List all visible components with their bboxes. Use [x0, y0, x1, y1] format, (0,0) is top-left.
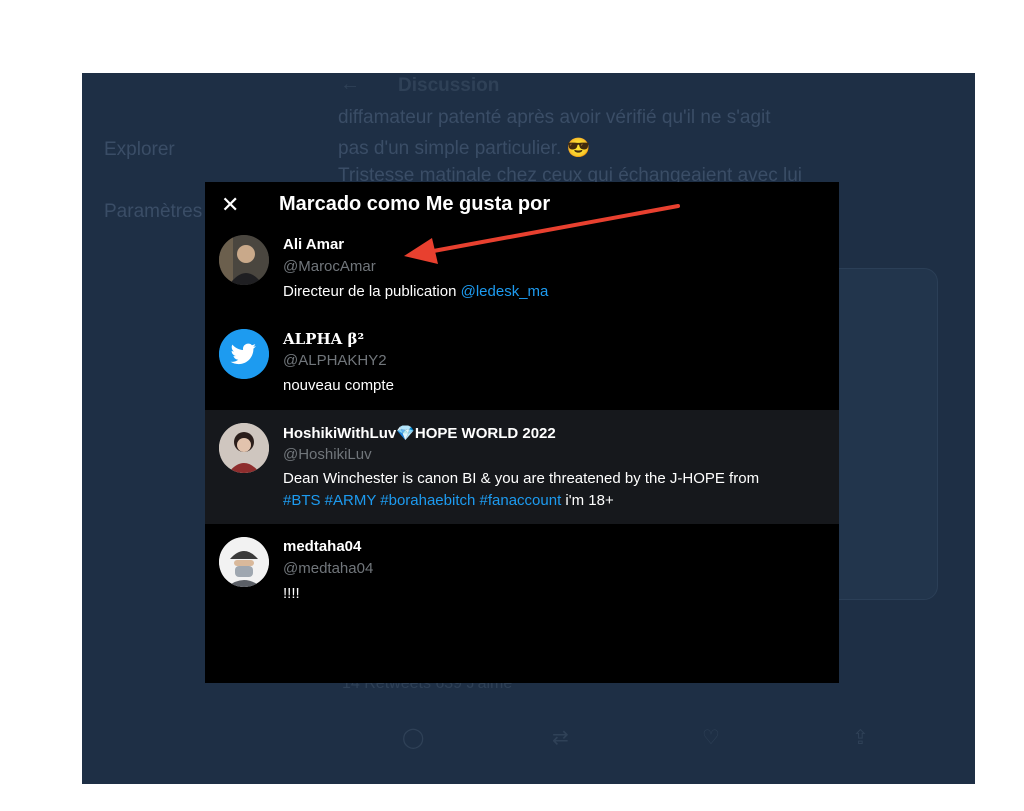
sidebar-item-parametres[interactable]: Paramètres: [104, 201, 202, 223]
back-arrow-icon[interactable]: ←: [340, 73, 360, 96]
avatar[interactable]: [219, 537, 269, 587]
user-bio: !!!!: [283, 585, 300, 602]
tweet-text-line: diffamateur patenté après avoir vérifié …: [338, 107, 771, 128]
user-handle[interactable]: @medtaha04: [283, 560, 373, 577]
user-handle[interactable]: @MarocAmar: [283, 258, 376, 275]
user-bio: Directeur de la publication @ledesk_ma: [283, 281, 823, 303]
avatar[interactable]: [219, 235, 269, 285]
bio-text: Dean Winchester is canon BI & you are th…: [283, 470, 760, 487]
avatar[interactable]: [219, 423, 269, 473]
sidebar-item-explorer[interactable]: Explorer: [104, 139, 175, 161]
user-handle[interactable]: @HoshikiLuv: [283, 446, 372, 463]
user-display-name[interactable]: HoshikiWithLuv💎HOPE WORLD 2022: [283, 424, 556, 442]
like-icon[interactable]: ♡: [702, 725, 720, 750]
user-list-item[interactable]: medtaha04 @medtaha04 !!!!: [205, 524, 839, 614]
bio-hashtag-links[interactable]: #BTS #ARMY #borahaebitch #fanaccount: [283, 492, 561, 509]
modal-title: Marcado como Me gusta por: [279, 193, 551, 215]
user-display-name[interactable]: medtaha04: [283, 538, 361, 555]
reply-icon[interactable]: ◯: [402, 725, 424, 750]
user-display-name[interactable]: ALPHA β²: [283, 330, 364, 348]
user-list-item[interactable]: ALPHA β² @ALPHAKHY2 nouveau compte: [205, 322, 839, 410]
tweet-text-line: pas d'un simple particulier. 😎: [338, 138, 591, 159]
page-header-title: Discussion: [398, 75, 500, 96]
close-icon[interactable]: ✕: [221, 194, 239, 216]
twitter-bird-icon: [219, 329, 269, 379]
retweet-icon[interactable]: ⇄: [552, 725, 569, 750]
share-icon[interactable]: ⇪: [852, 725, 869, 750]
user-list-item[interactable]: Ali Amar @MarocAmar Directeur de la publ…: [205, 230, 839, 322]
user-list-item[interactable]: HoshikiWithLuv💎HOPE WORLD 2022 @HoshikiL…: [205, 410, 839, 524]
user-display-name[interactable]: Ali Amar: [283, 236, 344, 253]
liked-by-modal: ✕ Marcado como Me gusta por Ali Amar @Ma…: [205, 182, 839, 683]
user-handle[interactable]: @ALPHAKHY2: [283, 352, 387, 369]
avatar[interactable]: [219, 329, 269, 379]
bio-text: i'm 18+: [561, 492, 614, 509]
user-bio: nouveau compte: [283, 377, 394, 394]
bio-text: Directeur de la publication: [283, 283, 461, 300]
user-bio: Dean Winchester is canon BI & you are th…: [283, 468, 823, 512]
bio-mention-link[interactable]: @ledesk_ma: [461, 283, 549, 300]
